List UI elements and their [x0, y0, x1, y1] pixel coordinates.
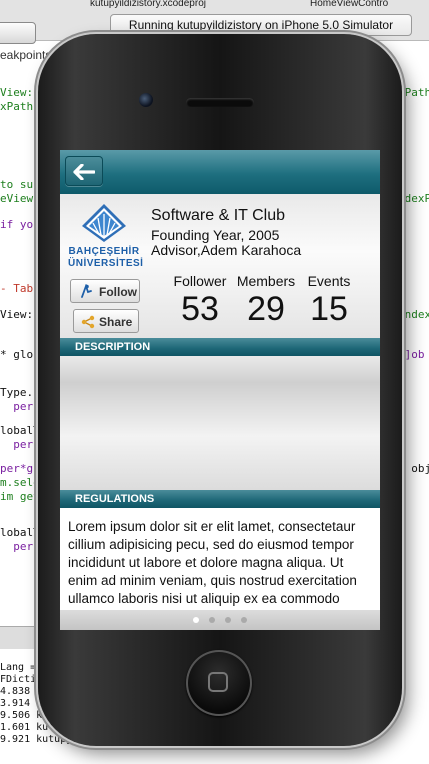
code-line: im get: [0, 490, 40, 503]
tab-homeviewcontroller[interactable]: HomeViewContro: [310, 0, 388, 9]
code-line: lobalT: [0, 424, 40, 437]
code-line: xPath: [0, 100, 34, 113]
founding-year: Founding Year, 2005: [151, 227, 280, 243]
code-line: ] obj: [398, 462, 429, 475]
code-line: View:(: [0, 308, 40, 321]
page-dot[interactable]: [209, 617, 215, 623]
members-label: Members: [236, 273, 296, 289]
members-count: 29: [247, 290, 285, 328]
code-line: per*gl: [0, 462, 40, 475]
breakpoints-label[interactable]: eakpoints: [0, 48, 51, 62]
share-icon: [81, 315, 95, 329]
home-button[interactable]: [186, 650, 252, 716]
toolbar-button[interactable]: [0, 22, 36, 44]
code-line: Type.i: [0, 386, 40, 399]
events-count: 15: [310, 290, 348, 328]
code-line: ndexP: [398, 192, 429, 205]
code-line: View:: [0, 86, 34, 99]
code-line: * glob: [0, 348, 40, 361]
back-arrow-icon: [73, 164, 95, 180]
code-line: to sup: [0, 178, 40, 191]
debug-bar[interactable]: [0, 626, 40, 649]
regulations-text: Lorem ipsum dolor sit er elit lamet, con…: [68, 519, 357, 606]
back-button[interactable]: [65, 156, 103, 186]
code-line: eView:: [0, 192, 40, 205]
code-line: Index: [398, 308, 429, 321]
description-title: DESCRIPTION: [75, 341, 151, 353]
university-emblem-icon: [82, 204, 126, 242]
logo-text-line1: BAHÇEŞEHİR: [68, 246, 140, 257]
page-dot[interactable]: [241, 617, 247, 623]
university-logo: BAHÇEŞEHİR ÜNİVERSİTESİ: [68, 202, 144, 274]
events-label: Events: [307, 273, 351, 289]
code-line: lobalT: [0, 526, 40, 539]
page-control[interactable]: [60, 610, 380, 630]
camera-lens: [139, 93, 153, 107]
follow-button[interactable]: Follow: [70, 279, 140, 303]
speaker-grille: [186, 98, 254, 107]
follower-count: 53: [181, 290, 219, 328]
home-square-icon: [208, 672, 228, 692]
iphone-simulator: BAHÇEŞEHİR ÜNİVERSİTESİ Software & IT Cl…: [38, 34, 402, 746]
app-screen: BAHÇEŞEHİR ÜNİVERSİTESİ Software & IT Cl…: [60, 150, 380, 630]
share-button[interactable]: Share: [73, 309, 139, 333]
club-profile-header: BAHÇEŞEHİR ÜNİVERSİTESİ Software & IT Cl…: [60, 194, 380, 338]
follower-label: Follower: [173, 273, 227, 289]
code-line: if yo: [0, 218, 34, 231]
navigation-bar: [60, 150, 380, 194]
xcode-tab-strip: kutupyildizistory.xcodeproj HomeViewCont…: [60, 0, 429, 12]
page-dot[interactable]: [225, 617, 231, 623]
club-name: Software & IT Club: [151, 207, 285, 224]
logo-text-line2: ÜNİVERSİTESİ: [68, 258, 144, 269]
advisor: Advisor,Adem Karahoca: [151, 242, 302, 258]
regulations-header: REGULATIONS: [60, 490, 380, 508]
regulations-title: REGULATIONS: [75, 493, 155, 505]
follow-label: Follow: [99, 285, 137, 299]
description-content: [60, 356, 380, 490]
tab-xcodeproj[interactable]: kutupyildizistory.xcodeproj: [90, 0, 206, 9]
share-label: Share: [99, 315, 133, 329]
run-status-bar: Running kutupyildizistory on iPhone 5.0 …: [110, 14, 412, 36]
description-header: DESCRIPTION: [60, 338, 380, 356]
code-line: - Tabl: [0, 282, 40, 295]
code-line: xPath: [398, 86, 429, 99]
code-line: m.sele: [0, 476, 40, 489]
page-dot[interactable]: [193, 617, 199, 623]
follow-icon: [81, 284, 92, 298]
